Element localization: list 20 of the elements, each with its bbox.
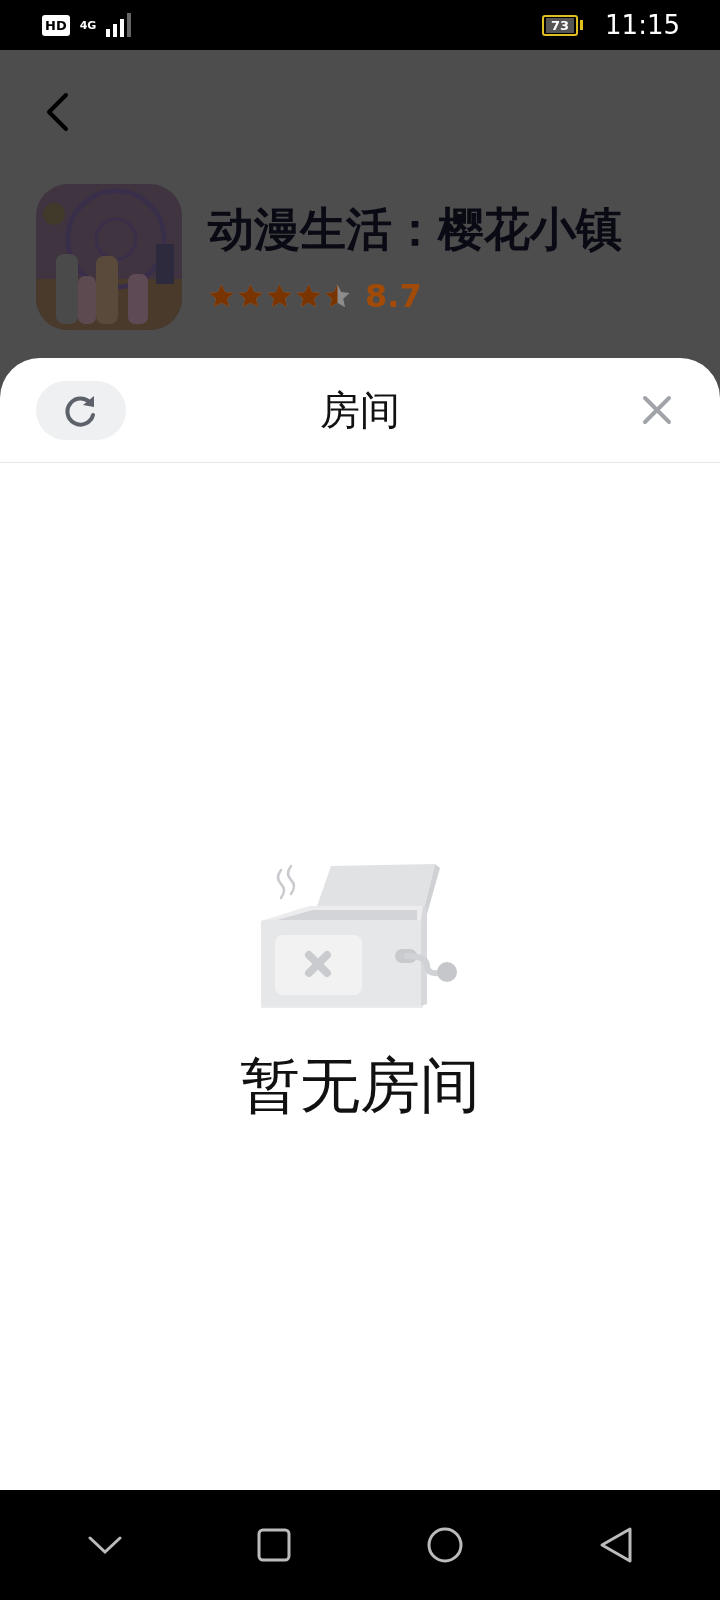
signal-icon [106,13,133,37]
star-icon [295,283,322,309]
network-type: 4G [79,18,97,32]
home-icon[interactable] [425,1526,464,1564]
hd-icon: HD [42,14,70,36]
recents-icon[interactable] [256,1528,291,1562]
battery-icon: 73 [541,14,579,36]
star-icon [266,283,293,309]
close-icon [642,395,672,425]
chevron-down-icon[interactable] [87,1535,122,1555]
star-icon [208,283,235,309]
back-icon[interactable] [598,1526,633,1564]
sheet-title: 房间 [319,385,401,435]
rating-score: 8.7 [365,277,422,315]
game-title: 动漫生活：樱花小镇 [208,201,622,258]
star-icon [324,283,351,309]
empty-message: 暂无房间 [240,1049,480,1122]
clock: 11:15 [605,10,680,40]
refresh-icon [64,393,98,427]
star-icon [237,283,264,309]
